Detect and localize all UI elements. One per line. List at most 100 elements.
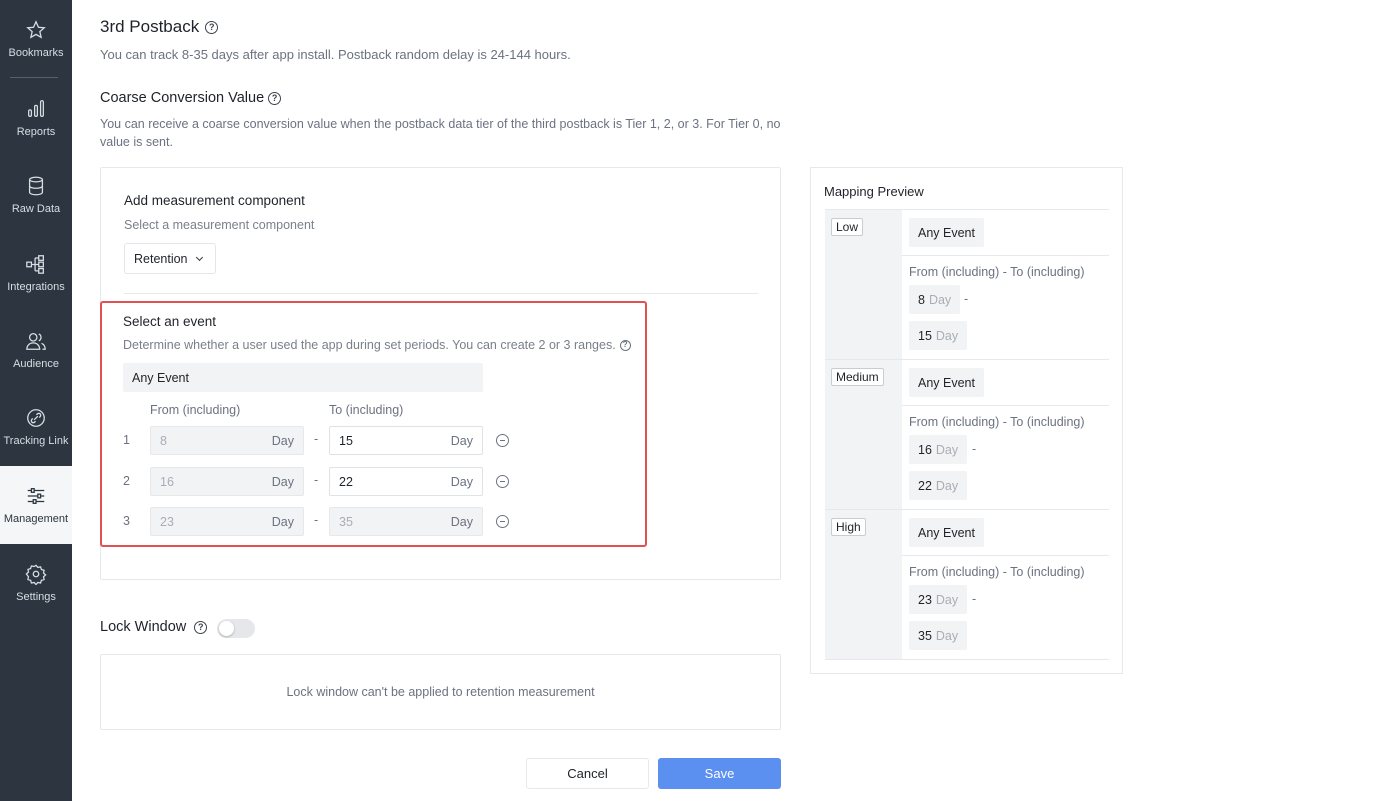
save-button[interactable]: Save bbox=[658, 758, 781, 789]
help-icon[interactable]: ? bbox=[205, 20, 219, 34]
tier-from: 8 Day bbox=[909, 285, 961, 314]
unit-label: Day bbox=[450, 474, 473, 489]
tier-event: Any Event bbox=[909, 218, 984, 247]
from-field: 23 Day bbox=[150, 507, 304, 536]
unit-label: Day bbox=[271, 514, 294, 529]
tier-to-value: 35 bbox=[918, 628, 932, 643]
divider bbox=[124, 293, 758, 294]
sidebar-item-label: Tracking Link bbox=[3, 435, 69, 447]
sidebar-item-label: Management bbox=[3, 513, 69, 525]
to-value: 15 bbox=[339, 433, 353, 448]
tier-from-value: 16 bbox=[918, 442, 932, 457]
tier-from-value: 8 bbox=[918, 292, 925, 307]
lock-window-title-text: Lock Window bbox=[100, 619, 187, 635]
event-description-text: Determine whether a user used the app du… bbox=[123, 338, 616, 352]
sliders-icon bbox=[27, 488, 45, 504]
event-select[interactable]: Any Event bbox=[123, 363, 483, 392]
lock-window-title: Lock Window ? bbox=[100, 619, 208, 635]
from-field: 16 Day bbox=[150, 467, 304, 496]
toggle-knob bbox=[219, 621, 234, 636]
sidebar-item-audience[interactable]: Audience bbox=[0, 311, 72, 389]
unit-label: Day bbox=[271, 433, 294, 448]
tier-from-value: 23 bbox=[918, 592, 932, 607]
to-field: 35 Day bbox=[329, 507, 483, 536]
from-field: 8 Day bbox=[150, 426, 304, 455]
tier-cell: Medium bbox=[825, 360, 902, 510]
tier-event: Any Event bbox=[909, 368, 984, 397]
tier-badge-high: High bbox=[831, 518, 866, 536]
coarse-title-text: Coarse Conversion Value bbox=[100, 90, 265, 106]
unit-label: Day bbox=[935, 442, 959, 457]
row-index: 3 bbox=[123, 514, 130, 528]
to-field[interactable]: 15 Day bbox=[329, 426, 483, 455]
lock-window-toggle[interactable] bbox=[217, 619, 255, 638]
cancel-button[interactable]: Cancel bbox=[526, 758, 649, 789]
unit-label: Day bbox=[450, 433, 473, 448]
mapping-preview-title: Mapping Preview bbox=[824, 184, 924, 199]
tier-to-value: 15 bbox=[918, 328, 932, 343]
tier-to-value: 22 bbox=[918, 478, 932, 493]
to-field[interactable]: 22 Day bbox=[329, 467, 483, 496]
range-dash: - bbox=[972, 592, 977, 606]
divider bbox=[902, 555, 1109, 556]
sidebar-item-label: Audience bbox=[13, 358, 59, 370]
remove-range-icon[interactable] bbox=[496, 434, 509, 447]
from-value: 23 bbox=[160, 514, 174, 529]
sidebar-item-reports[interactable]: Reports bbox=[0, 79, 72, 157]
unit-label: Day bbox=[928, 292, 952, 307]
measurement-dropdown[interactable]: Retention bbox=[124, 243, 216, 274]
postback-title-text: 3rd Postback bbox=[100, 17, 200, 36]
tier-from: 16 Day bbox=[909, 435, 968, 464]
from-header: From (including) bbox=[150, 403, 241, 417]
sidebar-item-tracking-link[interactable]: Tracking Link bbox=[0, 388, 72, 466]
remove-range-icon[interactable] bbox=[496, 475, 509, 488]
sidebar-item-label: Raw Data bbox=[11, 203, 61, 215]
tier-badge-low: Low bbox=[831, 218, 864, 236]
mapping-preview: Mapping Preview Low Any Event From (incl… bbox=[810, 167, 1123, 674]
tier-range-label: From (including) - To (including) bbox=[909, 265, 1085, 279]
unit-label: Day bbox=[935, 328, 959, 343]
divider bbox=[825, 659, 1109, 660]
tier-to: 15 Day bbox=[909, 321, 968, 350]
tier-to: 22 Day bbox=[909, 471, 968, 500]
help-icon[interactable]: ? bbox=[619, 339, 631, 351]
audience-icon bbox=[26, 333, 46, 350]
row-index: 2 bbox=[123, 474, 130, 488]
tier-range-label: From (including) - To (including) bbox=[909, 415, 1085, 429]
coarse-description: You can receive a coarse conversion valu… bbox=[100, 115, 780, 151]
sidebar-item-label: Integrations bbox=[7, 281, 65, 293]
tier-cell: High bbox=[825, 510, 902, 660]
lock-window-card: Lock window can't be applied to retentio… bbox=[100, 654, 781, 730]
unit-label: Day bbox=[935, 592, 959, 607]
sidebar-item-management[interactable]: Management bbox=[0, 466, 72, 544]
sidebar-item-settings[interactable]: Settings bbox=[0, 544, 72, 622]
divider bbox=[902, 255, 1109, 256]
lock-window-message: Lock window can't be applied to retentio… bbox=[286, 685, 595, 699]
sidebar: Bookmarks Reports Raw Data Integrations … bbox=[0, 0, 72, 801]
to-value: 35 bbox=[339, 514, 353, 529]
range-dash: - bbox=[314, 432, 319, 446]
sidebar-item-label: Bookmarks bbox=[8, 47, 64, 59]
sidebar-item-integrations[interactable]: Integrations bbox=[0, 234, 72, 312]
chevron-down-icon bbox=[195, 253, 203, 261]
sidebar-item-label: Reports bbox=[16, 126, 56, 138]
unit-label: Day bbox=[450, 514, 473, 529]
help-icon[interactable]: ? bbox=[194, 620, 208, 634]
gear-icon bbox=[25, 564, 47, 585]
from-value: 8 bbox=[160, 433, 167, 448]
help-icon[interactable]: ? bbox=[268, 91, 282, 105]
sidebar-item-bookmarks[interactable]: Bookmarks bbox=[0, 0, 72, 78]
event-title: Select an event bbox=[123, 314, 217, 329]
unit-label: Day bbox=[935, 628, 959, 643]
sidebar-item-raw-data[interactable]: Raw Data bbox=[0, 156, 72, 234]
remove-range-icon[interactable] bbox=[496, 515, 509, 528]
star-icon bbox=[26, 20, 46, 39]
postback-title: 3rd Postback ? bbox=[100, 17, 219, 37]
range-dash: - bbox=[972, 442, 977, 456]
divider bbox=[10, 77, 58, 78]
tier-range-label: From (including) - To (including) bbox=[909, 565, 1085, 579]
measurement-title: Add measurement component bbox=[124, 193, 305, 208]
unit-label: Day bbox=[935, 478, 959, 493]
coarse-description-line: value is sent. bbox=[100, 135, 173, 149]
from-value: 16 bbox=[160, 474, 174, 489]
